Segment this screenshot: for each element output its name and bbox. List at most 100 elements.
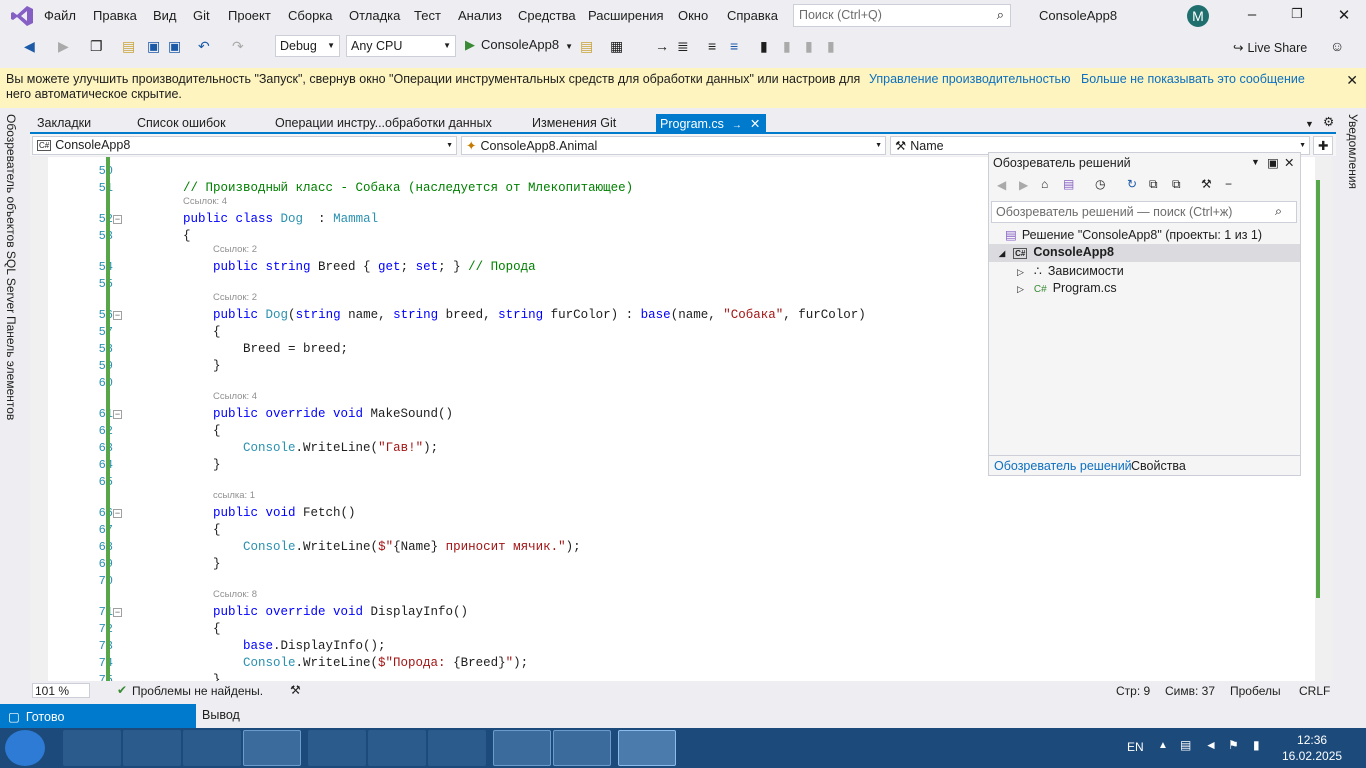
code-line[interactable]: 72 { <box>48 621 1308 638</box>
save-icon[interactable]: ▣ <box>147 38 160 54</box>
back-icon[interactable]: ◀ <box>24 38 35 54</box>
dont-show-again-link[interactable]: Больше не показывать это сообщение <box>1081 72 1305 86</box>
config-dropdown[interactable]: Debug ▼ <box>275 35 340 57</box>
forward-icon[interactable]: ▶ <box>1019 178 1028 192</box>
switch-views-icon[interactable]: ▤ <box>1063 177 1074 191</box>
file-explorer-icon[interactable] <box>243 730 301 766</box>
code-line[interactable]: 65 <box>48 474 1308 491</box>
code-line[interactable]: 75 } <box>48 672 1308 681</box>
visual-studio-taskbar-icon[interactable] <box>618 730 676 766</box>
tab-program-cs[interactable]: Program.cs → ✕ <box>656 114 766 134</box>
tab-notifications[interactable]: Уведомления <box>1346 114 1360 189</box>
menu-git[interactable]: Git <box>193 8 210 23</box>
chrome-icon[interactable] <box>493 730 551 766</box>
close-icon[interactable]: ✕ <box>750 117 760 131</box>
collapse-icon[interactable]: − <box>113 608 122 617</box>
visual-studio-logo-icon[interactable] <box>10 5 34 27</box>
run-button[interactable]: ▶ ConsoleApp8 ▼ <box>465 37 573 53</box>
bookmark-icon[interactable]: ▮ <box>760 38 768 54</box>
undo-icon[interactable]: ↶ <box>198 38 210 54</box>
manage-performance-link[interactable]: Управление производительностью <box>869 72 1070 86</box>
clock[interactable]: 12:36 16.02.2025 <box>1282 732 1342 764</box>
tab-properties[interactable]: Свойства <box>1131 459 1186 473</box>
collapse-icon[interactable]: − <box>113 509 122 518</box>
internet-explorer-icon[interactable] <box>63 730 121 766</box>
new-project-icon[interactable]: ❐ <box>90 38 103 54</box>
preview-icon[interactable]: − <box>1225 177 1232 191</box>
code-line[interactable]: 68 Console.WriteLine($"{Name} приносит м… <box>48 539 1308 556</box>
collapse-all-icon[interactable]: ⧉ <box>1149 177 1158 192</box>
back-icon[interactable]: ◀ <box>997 178 1006 192</box>
tab-sql-server-explorer[interactable]: Обозреватель объектов SQL Server <box>4 114 18 313</box>
step-over-icon[interactable]: ≣ <box>677 38 689 54</box>
code-line[interactable]: 71− public override void DisplayInfo() <box>48 604 1308 621</box>
hot-reload-icon[interactable]: ▦ <box>610 38 623 54</box>
bookmark-clear-icon[interactable]: ▮ <box>827 38 835 54</box>
code-lens-references[interactable]: Ссылок: 4 <box>213 391 257 403</box>
tab-data-tools-operations[interactable]: Операции инстру...обработки данных <box>275 116 492 130</box>
close-icon[interactable]: ✕ <box>1334 6 1354 24</box>
maximize-icon[interactable]: ▣ <box>1267 155 1279 170</box>
sync-icon[interactable]: ↻ <box>1127 177 1137 191</box>
close-icon[interactable]: ✕ <box>1346 72 1358 89</box>
code-line[interactable]: 70 <box>48 573 1308 590</box>
code-lens-references[interactable]: Ссылок: 8 <box>213 589 257 601</box>
line-number[interactable]: Стр: 9 <box>1116 684 1150 698</box>
feedback-icon[interactable]: ☺ <box>1330 38 1344 54</box>
code-line[interactable]: 66− public void Fetch() <box>48 505 1308 522</box>
column-number[interactable]: Симв: 37 <box>1165 684 1215 698</box>
properties-icon[interactable]: ⚒ <box>1201 177 1212 191</box>
menu-build[interactable]: Сборка <box>288 8 333 23</box>
forward-icon[interactable]: ▶ <box>58 38 69 54</box>
bookmark-next-icon[interactable]: ▮ <box>805 38 813 54</box>
tab-toolbox[interactable]: Панель элементов <box>4 316 18 420</box>
gear-icon[interactable]: ⚙ <box>1323 114 1334 129</box>
indentation-mode[interactable]: Пробелы <box>1230 684 1281 698</box>
tray-expand-icon[interactable]: ▲ <box>1158 740 1168 751</box>
history-icon[interactable]: ◷ <box>1095 177 1105 191</box>
volume-icon[interactable]: ◄ <box>1205 738 1217 752</box>
code-line[interactable]: 74 Console.WriteLine($"Порода: {Breed}")… <box>48 655 1308 672</box>
media-player-icon[interactable] <box>123 730 181 766</box>
menu-edit[interactable]: Правка <box>93 8 137 23</box>
tab-solution-explorer[interactable]: Обозреватель решений <box>994 459 1132 473</box>
menu-view[interactable]: Вид <box>153 8 177 23</box>
avatar[interactable]: M <box>1187 5 1209 27</box>
live-share-button[interactable]: ↪ Live Share <box>1233 40 1307 55</box>
menu-tools[interactable]: Средства <box>518 8 576 23</box>
code-line[interactable]: 73 base.DisplayInfo(); <box>48 638 1308 655</box>
battery-icon[interactable]: ▮ <box>1253 738 1260 752</box>
solution-search-input[interactable]: Обозреватель решений — поиск (Ctrl+ж) ⌕ <box>991 201 1297 223</box>
tree-program-cs[interactable]: ▷ C# Program.cs <box>1017 281 1117 295</box>
menu-project[interactable]: Проект <box>228 8 271 23</box>
tools-app-icon[interactable] <box>183 730 241 766</box>
network-app-icon[interactable] <box>368 730 426 766</box>
redo-icon[interactable]: ↷ <box>232 38 244 54</box>
tab-error-list[interactable]: Список ошибок <box>137 116 226 130</box>
collapse-icon[interactable]: − <box>113 311 122 320</box>
start-button[interactable] <box>5 730 45 766</box>
flag-icon[interactable]: ⚑ <box>1228 738 1239 752</box>
search-input[interactable]: Поиск (Ctrl+Q) ⌕ <box>793 4 1011 27</box>
tab-git-changes[interactable]: Изменения Git <box>532 116 616 130</box>
maximize-icon[interactable]: ❐ <box>1287 6 1307 22</box>
collapse-icon[interactable]: − <box>113 215 122 224</box>
code-lens-references[interactable]: Ссылок: 4 <box>183 196 227 208</box>
tree-dependencies[interactable]: ▷ ∴ Зависимости <box>1017 263 1124 278</box>
utorrent-icon[interactable] <box>308 730 366 766</box>
close-icon[interactable]: ✕ <box>1284 155 1294 170</box>
tree-solution[interactable]: ▤ Решение "ConsoleApp8" (проекты: 1 из 1) <box>1005 227 1262 242</box>
word-icon[interactable] <box>553 730 611 766</box>
code-lens-references[interactable]: Ссылок: 2 <box>213 292 257 304</box>
menu-extensions[interactable]: Расширения <box>588 8 664 23</box>
chevron-down-icon[interactable]: ▼ <box>1251 157 1260 167</box>
zoom-dropdown[interactable]: 101 % <box>32 683 90 698</box>
excel-icon[interactable] <box>428 730 486 766</box>
browse-icon[interactable]: ▤ <box>580 38 593 54</box>
comment-icon[interactable]: ≡ <box>708 38 716 54</box>
class-dropdown[interactable]: ✦ ConsoleApp8.Animal ▼ <box>461 136 886 155</box>
minimize-icon[interactable]: – <box>1242 6 1262 23</box>
save-all-icon[interactable]: ▣ <box>168 38 181 54</box>
tab-bookmarks[interactable]: Закладки <box>37 116 91 130</box>
show-all-files-icon[interactable]: ⧉ <box>1172 177 1181 192</box>
